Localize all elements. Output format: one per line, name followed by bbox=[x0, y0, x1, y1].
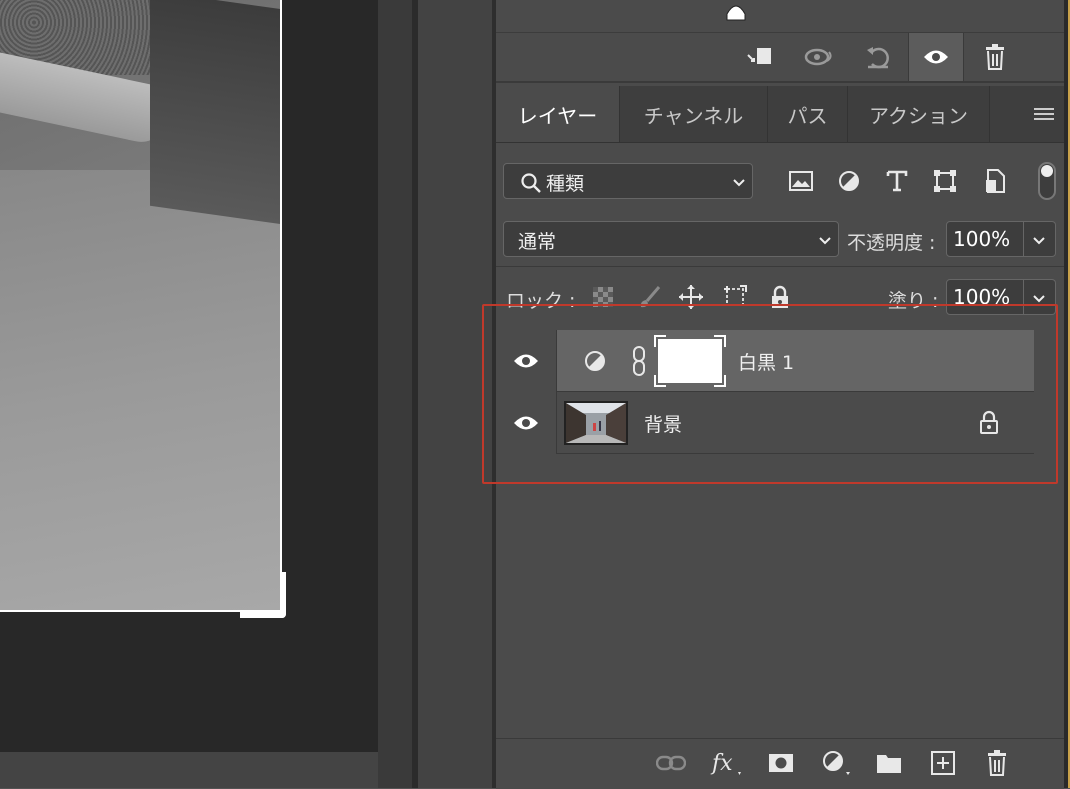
tab-paths[interactable]: パス bbox=[768, 86, 848, 142]
crop-handle[interactable] bbox=[240, 572, 286, 618]
new-group-icon[interactable] bbox=[872, 746, 906, 780]
collapsed-panel-dock bbox=[418, 0, 492, 788]
blend-mode-select[interactable]: 通常 bbox=[503, 221, 839, 257]
adjustment-filter-icon[interactable] bbox=[834, 166, 864, 196]
filter-toggle-switch[interactable] bbox=[1038, 162, 1056, 200]
tab-layers[interactable]: レイヤー bbox=[496, 86, 620, 142]
toggle-knob bbox=[1041, 165, 1053, 177]
panel-menu-icon[interactable] bbox=[1030, 100, 1058, 128]
image-filter-icon[interactable] bbox=[786, 166, 816, 196]
new-layer-icon[interactable] bbox=[926, 746, 960, 780]
type-filter-icon[interactable] bbox=[882, 166, 912, 196]
properties-slider-area bbox=[496, 0, 1064, 33]
document-border bbox=[0, 0, 282, 612]
annotation-highlight-box bbox=[482, 304, 1058, 484]
panel-tabs: レイヤー チャンネル パス アクション bbox=[496, 86, 1064, 143]
opacity-dropdown[interactable] bbox=[1024, 221, 1056, 257]
divider bbox=[496, 266, 1064, 267]
delete-layer-icon[interactable] bbox=[980, 746, 1014, 780]
search-icon bbox=[520, 172, 542, 194]
opacity-label: 不透明度 : bbox=[847, 232, 936, 254]
view-previous-state-icon[interactable] bbox=[802, 39, 838, 75]
svg-text:fx: fx bbox=[710, 751, 733, 776]
opacity-input[interactable]: 100% bbox=[946, 221, 1024, 257]
filter-kind-label: 種類 bbox=[546, 173, 585, 195]
link-layers-icon[interactable] bbox=[654, 746, 688, 780]
canvas-gutter bbox=[378, 0, 412, 788]
properties-footer bbox=[496, 33, 1064, 83]
delete-adjustment-icon[interactable] bbox=[977, 39, 1013, 75]
filter-kind-select[interactable]: 種類 bbox=[503, 163, 753, 199]
new-adjustment-layer-icon[interactable] bbox=[818, 746, 852, 780]
chevron-down-icon bbox=[1032, 291, 1046, 305]
chevron-down-icon bbox=[1032, 233, 1046, 247]
canvas-horizontal-scrollbar[interactable] bbox=[0, 752, 410, 788]
add-mask-icon[interactable] bbox=[764, 746, 798, 780]
tab-channels[interactable]: チャンネル bbox=[620, 86, 768, 142]
slider-handle-icon[interactable] bbox=[724, 0, 748, 22]
clip-to-layer-icon[interactable] bbox=[742, 39, 778, 75]
fx-icon[interactable]: fx bbox=[710, 746, 744, 780]
chevron-down-icon bbox=[818, 233, 832, 247]
chevron-down-icon bbox=[732, 175, 746, 189]
shape-filter-icon[interactable] bbox=[930, 166, 960, 196]
smart-object-filter-icon[interactable] bbox=[980, 166, 1010, 196]
toggle-visibility-icon[interactable] bbox=[908, 33, 964, 81]
blend-mode-label: 通常 bbox=[518, 231, 557, 253]
reset-icon[interactable] bbox=[860, 39, 896, 75]
tab-actions[interactable]: アクション bbox=[848, 86, 990, 142]
